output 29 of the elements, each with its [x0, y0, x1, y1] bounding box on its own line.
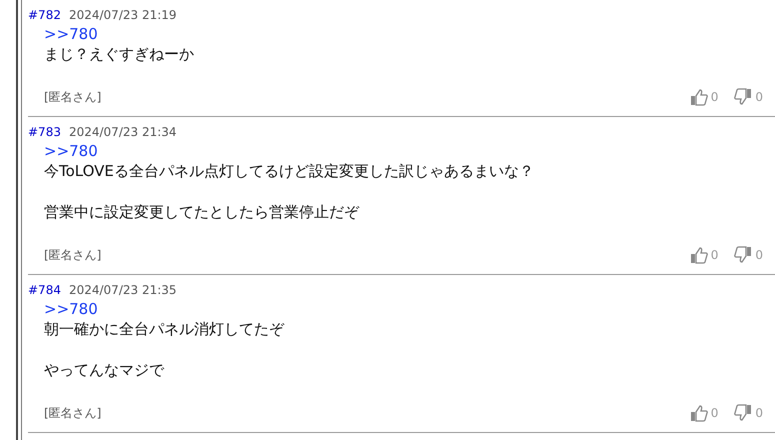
- like-count: 0: [710, 247, 718, 264]
- dislike-count: 0: [755, 89, 763, 106]
- thumbs-down-icon[interactable]: [734, 404, 752, 422]
- post-text: 朝一確かに全台パネル消灯してたぞ: [44, 320, 284, 338]
- post-date: 2024/07/23 21:35: [68, 283, 177, 297]
- reply-link[interactable]: >>780: [44, 142, 98, 160]
- post-text: まじ？えぐすぎねーか: [44, 45, 194, 63]
- post-number[interactable]: #782: [28, 8, 61, 22]
- thumbs-up-icon[interactable]: [690, 88, 708, 106]
- dislike-count: 0: [755, 247, 763, 264]
- thumbs-up-icon[interactable]: [690, 404, 708, 422]
- post-number[interactable]: #783: [28, 125, 61, 139]
- post-date: 2024/07/23 21:19: [68, 8, 177, 22]
- author-name: [匿名さん]: [44, 247, 102, 264]
- like-count: 0: [710, 405, 718, 422]
- reply-link[interactable]: >>780: [44, 300, 98, 318]
- like-count: 0: [710, 89, 718, 106]
- reply-link[interactable]: >>780: [44, 25, 98, 43]
- thumbs-up-icon[interactable]: [690, 246, 708, 264]
- thumbs-down-icon[interactable]: [734, 246, 752, 264]
- author-name: [匿名さん]: [44, 405, 102, 422]
- post-text: 今ToLOVEる全台パネル点灯してるけど設定変更した訳じゃあるまいな？: [44, 162, 534, 180]
- post-text: やってんなマジで: [44, 361, 164, 379]
- dislike-count: 0: [755, 405, 763, 422]
- thumbs-down-icon[interactable]: [734, 88, 752, 106]
- author-name: [匿名さん]: [44, 89, 102, 106]
- post-number[interactable]: #784: [28, 283, 61, 297]
- post-date: 2024/07/23 21:34: [68, 125, 177, 139]
- post-text: 営業中に設定変更してたとしたら営業停止だぞ: [44, 203, 359, 221]
